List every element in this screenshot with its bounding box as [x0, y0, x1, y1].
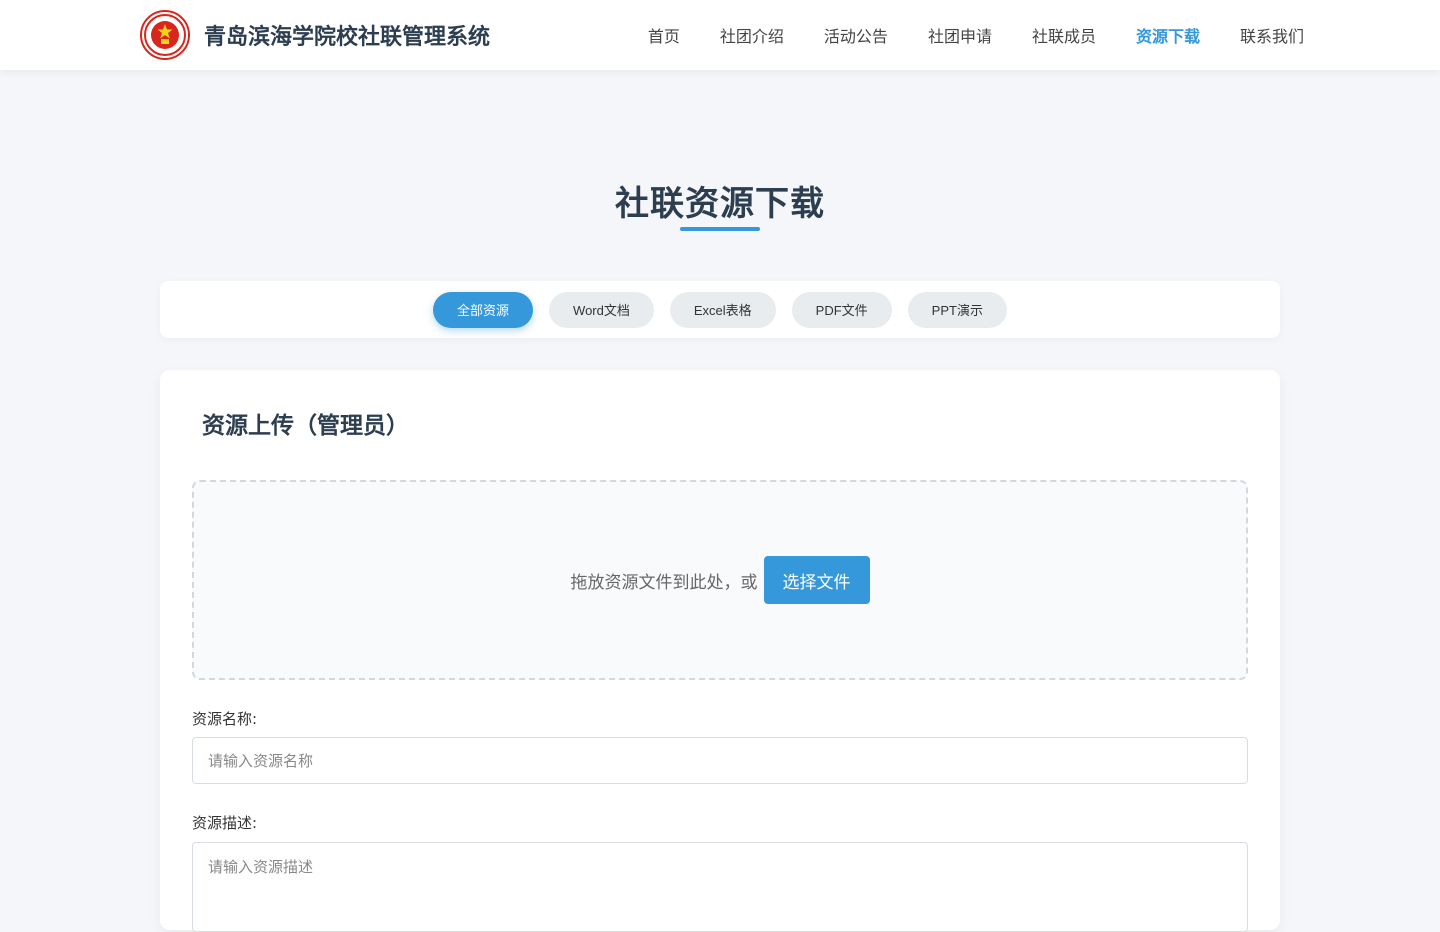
site-header: 青岛滨海学院校社联管理系统 首页 社团介绍 活动公告 社团申请 社联成员 资源下… — [0, 0, 1440, 70]
nav-item-downloads[interactable]: 资源下载 — [1136, 23, 1200, 47]
resource-filter-bar: 全部资源 Word文档 Excel表格 PDF文件 PPT演示 — [160, 281, 1280, 338]
school-emblem-icon — [140, 10, 190, 60]
resource-name-input[interactable] — [192, 737, 1248, 784]
filter-all-button[interactable]: 全部资源 — [433, 291, 534, 328]
file-dropzone[interactable]: 拖放资源文件到此处，或 选择文件 — [192, 480, 1248, 680]
nav-item-contact[interactable]: 联系我们 — [1240, 23, 1304, 47]
dropzone-text: 拖放资源文件到此处，或 — [570, 572, 758, 593]
page-title: 社联资源下载 — [615, 184, 825, 224]
site-title: 青岛滨海学院校社联管理系统 — [204, 25, 491, 50]
filter-pdf-button[interactable]: PDF文件 — [791, 291, 892, 328]
nav-item-club-apply[interactable]: 社团申请 — [928, 23, 992, 47]
resource-name-label: 资源名称: — [192, 710, 258, 728]
main-nav: 首页 社团介绍 活动公告 社团申请 社联成员 资源下载 联系我们 — [608, 0, 1304, 70]
resource-desc-label: 资源描述: — [192, 814, 258, 832]
filter-word-button[interactable]: Word文档 — [549, 291, 654, 328]
nav-item-announcements[interactable]: 活动公告 — [824, 23, 888, 47]
upload-card-title: 资源上传（管理员） — [202, 413, 409, 439]
nav-item-club-intro[interactable]: 社团介绍 — [720, 23, 784, 47]
upload-card: 资源上传（管理员） 拖放资源文件到此处，或 选择文件 资源名称: 资源描述: — [160, 370, 1280, 932]
brand[interactable]: 青岛滨海学院校社联管理系统 — [140, 10, 490, 60]
filter-excel-button[interactable]: Excel表格 — [669, 291, 776, 328]
title-underline — [680, 227, 760, 231]
nav-item-members[interactable]: 社联成员 — [1032, 23, 1096, 47]
resource-desc-input[interactable] — [192, 842, 1248, 932]
nav-item-home[interactable]: 首页 — [648, 23, 680, 47]
filter-ppt-button[interactable]: PPT演示 — [907, 291, 1007, 328]
choose-file-button[interactable]: 选择文件 — [763, 556, 870, 604]
